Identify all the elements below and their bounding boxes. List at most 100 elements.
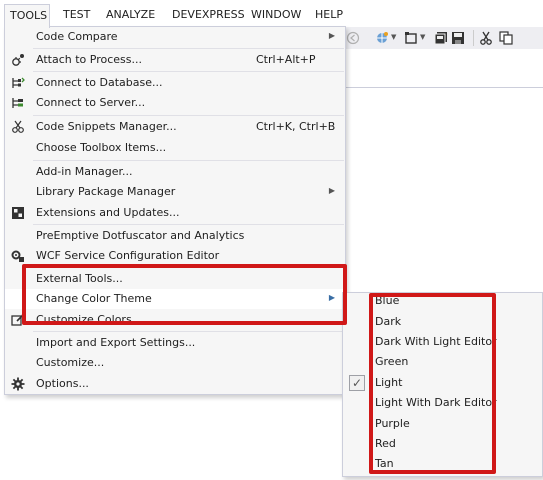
theme-item-light-with-dark-editor[interactable]: Light With Dark Editor [343, 393, 542, 413]
extensions-icon [11, 206, 25, 220]
customize-colors-icon [11, 313, 25, 327]
dropdown-arrow-icon[interactable]: ▼ [420, 33, 428, 47]
theme-item-label: Dark [375, 315, 402, 328]
theme-item-dark[interactable]: Dark [343, 312, 542, 332]
menu-separator [33, 48, 344, 49]
menu-item-wcf-service-configuration-editor[interactable]: WCF Service Configuration Editor [5, 246, 345, 266]
menu-item-label: Customize... [36, 356, 105, 369]
frame-icon[interactable] [404, 31, 418, 45]
menu-test-label: TEST [63, 8, 91, 21]
menu-separator [33, 160, 344, 161]
theme-item-blue[interactable]: Blue [343, 293, 542, 311]
menu-item-shortcut: Ctrl+K, Ctrl+B [256, 120, 336, 133]
save-all-icon[interactable] [434, 31, 448, 45]
theme-item-label: Light With Dark Editor [375, 396, 497, 409]
menu-separator [33, 115, 344, 116]
menu-item-label: Library Package Manager [36, 185, 176, 198]
menu-help[interactable]: HELP [310, 4, 348, 25]
menu-item-shortcut: Ctrl+Alt+P [256, 53, 316, 66]
theme-item-label: Blue [375, 294, 400, 307]
theme-item-light[interactable]: ✓ Light [343, 373, 542, 393]
theme-item-label: Light [375, 376, 403, 389]
menu-item-label: Code Snippets Manager... [36, 120, 177, 133]
menu-devexpress-label: DEVEXPRESS [172, 8, 245, 21]
menu-item-preemptive-dotfuscator[interactable]: PreEmptive Dotfuscator and Analytics [5, 226, 345, 246]
theme-item-label: Purple [375, 417, 410, 430]
theme-item-label: Red [375, 437, 396, 450]
theme-item-label: Tan [375, 457, 394, 470]
back-icon[interactable] [346, 31, 360, 45]
menu-item-customize-colors[interactable]: Customize Colors [5, 310, 345, 330]
menu-item-import-export-settings[interactable]: Import and Export Settings... [5, 333, 345, 353]
gear-icon [11, 377, 25, 391]
menu-item-label: Options... [36, 377, 89, 390]
menu-test[interactable]: TEST [58, 4, 95, 25]
menu-devexpress[interactable]: DEVEXPRESS [167, 4, 250, 25]
snippets-icon [11, 120, 25, 134]
menu-separator [33, 224, 344, 225]
menu-item-customize[interactable]: Customize... [5, 353, 345, 373]
menu-item-label: Connect to Server... [36, 96, 146, 109]
menu-help-label: HELP [315, 8, 343, 21]
menu-item-extensions-and-updates[interactable]: Extensions and Updates... [5, 203, 345, 223]
theme-item-green[interactable]: Green [343, 352, 542, 372]
menu-item-options[interactable]: Options... [5, 374, 345, 394]
theme-item-red[interactable]: Red [343, 434, 542, 454]
menu-item-label: PreEmptive Dotfuscator and Analytics [36, 229, 245, 242]
menu-item-label: Choose Toolbox Items... [36, 141, 167, 154]
menu-item-label: WCF Service Configuration Editor [36, 249, 220, 262]
menu-item-library-package-manager[interactable]: Library Package Manager ▶ [5, 182, 345, 202]
menu-item-attach-to-process[interactable]: Attach to Process... Ctrl+Alt+P [5, 50, 345, 70]
menu-item-label: Change Color Theme [36, 292, 152, 305]
menu-item-label: External Tools... [36, 272, 123, 285]
theme-item-label: Dark With Light Editor [375, 335, 497, 348]
menu-item-label: Attach to Process... [36, 53, 142, 66]
toolbar: ▼ ▼ [345, 27, 543, 49]
menu-item-label: Connect to Database... [36, 76, 163, 89]
submenu-arrow-icon: ▶ [328, 31, 335, 40]
menu-item-external-tools[interactable]: External Tools... [5, 269, 345, 289]
menu-item-label: Add-in Manager... [36, 165, 133, 178]
menu-analyze[interactable]: ANALYZE [101, 4, 160, 25]
browser-icon[interactable] [375, 31, 389, 45]
menu-item-code-snippets-manager[interactable]: Code Snippets Manager... Ctrl+K, Ctrl+B [5, 117, 345, 137]
copy-icon[interactable] [499, 31, 513, 45]
menu-window[interactable]: WINDOW [246, 4, 306, 25]
attach-process-icon [11, 53, 25, 67]
menu-item-code-compare[interactable]: Code Compare ▶ [5, 27, 345, 47]
wcf-config-icon [11, 249, 25, 263]
menu-item-label: Code Compare [36, 30, 118, 43]
dropdown-arrow-icon[interactable]: ▼ [391, 33, 399, 47]
connect-server-icon [11, 96, 25, 110]
menu-item-label: Customize Colors [36, 313, 132, 326]
theme-item-label: Green [375, 355, 409, 368]
theme-item-dark-with-light-editor[interactable]: Dark With Light Editor [343, 332, 542, 352]
menu-item-label: Extensions and Updates... [36, 206, 180, 219]
checkmark-icon: ✓ [349, 375, 365, 391]
menu-tools-label: TOOLS [10, 9, 48, 22]
toolbar-separator [473, 30, 474, 46]
menu-item-choose-toolbox-items[interactable]: Choose Toolbox Items... [5, 138, 345, 158]
menu-window-label: WINDOW [251, 8, 302, 21]
menu-separator [33, 331, 344, 332]
submenu-arrow-icon: ▶ [328, 293, 335, 302]
menu-item-add-in-manager[interactable]: Add-in Manager... [5, 162, 345, 182]
menu-item-connect-to-server[interactable]: Connect to Server... [5, 93, 345, 113]
menu-item-change-color-theme[interactable]: Change Color Theme ▶ [5, 289, 345, 309]
menu-item-label: Import and Export Settings... [36, 336, 196, 349]
theme-item-tan[interactable]: Tan [343, 454, 542, 474]
menu-separator [33, 71, 344, 72]
menu-tools[interactable]: TOOLS [4, 4, 50, 28]
menu-analyze-label: ANALYZE [106, 8, 156, 21]
color-theme-submenu: Blue Dark Dark With Light Editor Green ✓… [342, 292, 543, 477]
cut-icon[interactable] [479, 31, 493, 45]
menu-item-connect-to-database[interactable]: Connect to Database... [5, 73, 345, 93]
save-icon[interactable] [451, 31, 465, 45]
menu-bar: TOOLS TEST ANALYZE DEVEXPRESS WINDOW HEL… [0, 0, 543, 28]
connect-database-icon [11, 76, 25, 90]
submenu-arrow-icon: ▶ [328, 186, 335, 195]
theme-item-purple[interactable]: Purple [343, 414, 542, 434]
tools-menu: Code Compare ▶ Attach to Process... Ctrl… [4, 26, 346, 395]
menu-separator [33, 267, 344, 268]
toolbar-divider [345, 87, 543, 88]
